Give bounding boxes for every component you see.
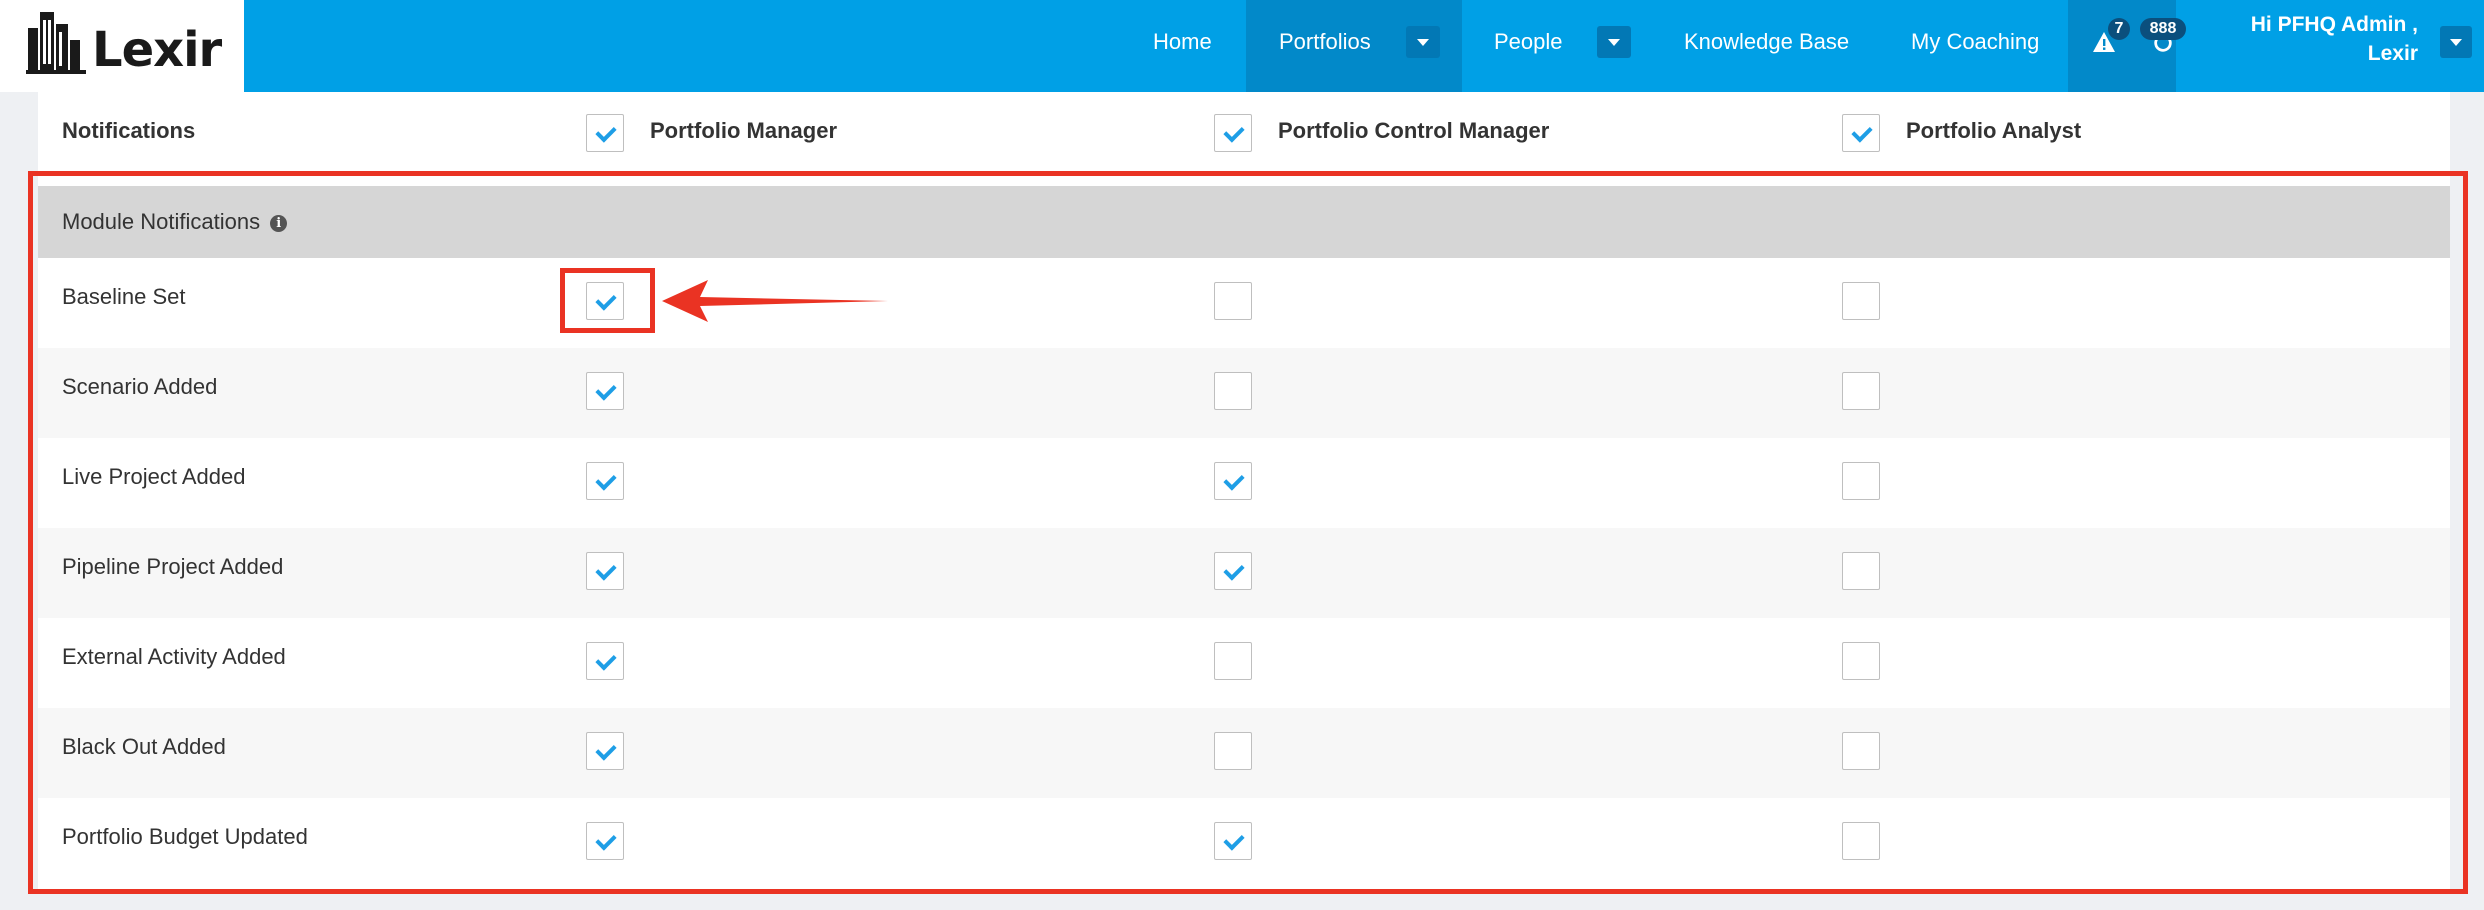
nav-my-coaching[interactable]: My Coaching [1911,0,2041,92]
portfolio-manager-checkbox[interactable] [586,642,624,680]
portfolio-analyst-checkbox[interactable] [1842,642,1880,680]
nav-people-label: People [1494,29,1563,54]
row-label: Scenario Added [62,374,218,399]
table-row: Live Project Added [38,438,2450,528]
portfolio-control-manager-checkbox[interactable] [1214,732,1252,770]
portfolio-control-manager-checkbox[interactable] [1214,552,1252,590]
row-label: Baseline Set [62,284,186,309]
portfolio-manager-checkbox[interactable] [586,552,624,590]
table-row: Scenario Added [38,348,2450,438]
row-label: Black Out Added [62,734,226,759]
top-navigation-bar: Lexir Home Portfolios People Knowledge B… [0,0,2484,92]
column-header-notifications: Notifications [62,118,196,143]
user-menu-dropdown-toggle[interactable] [2440,26,2472,58]
table-row: Pipeline Project Added [38,528,2450,618]
portfolio-control-manager-checkbox[interactable] [1214,462,1252,500]
nav-home[interactable]: Home [1153,0,1213,92]
portfolio-control-manager-checkbox[interactable] [1214,642,1252,680]
portfolio-manager-checkbox[interactable] [586,282,624,320]
row-label: Portfolio Budget Updated [62,824,308,849]
column-header-portfolio-control-manager: Portfolio Control Manager [1278,118,1550,143]
portfolio-manager-checkbox[interactable] [586,462,624,500]
module-notifications-section-header: Module Notifications i [38,186,2450,258]
notifications-table: Notifications Portfolio Manager Portfoli… [38,92,2450,892]
nav-portfolios-label: Portfolios [1279,29,1371,54]
greeting-org: Lexir [2367,42,2418,65]
portfolio-analyst-checkbox[interactable] [1842,822,1880,860]
portfolio-manager-checkbox[interactable] [586,372,624,410]
portfolio-analyst-checkbox[interactable] [1842,372,1880,410]
info-icon[interactable]: i [270,215,288,232]
building-logo-icon [26,12,86,74]
portfolio-control-manager-checkbox[interactable] [1214,372,1252,410]
portfolios-dropdown-toggle[interactable] [1406,26,1440,58]
alerts-count-badge: 7 [2108,18,2130,40]
portfolio-manager-checkbox[interactable] [586,732,624,770]
portfolio-manager-checkbox[interactable] [586,822,624,860]
select-all-portfolio-analyst-checkbox[interactable] [1842,114,1880,152]
portfolio-analyst-checkbox[interactable] [1842,732,1880,770]
portfolio-control-manager-checkbox[interactable] [1214,282,1252,320]
alerts-button[interactable]: 7 [2092,18,2130,58]
table-row: Baseline Set [38,258,2450,348]
portfolio-control-manager-checkbox[interactable] [1214,822,1252,860]
people-dropdown-toggle[interactable] [1597,26,1631,58]
row-label: Live Project Added [62,464,246,489]
nav-knowledge-base[interactable]: Knowledge Base [1684,0,1854,92]
table-header-row: Notifications Portfolio Manager Portfoli… [38,92,2450,172]
brand-name: Lexir [92,22,222,78]
red-arrow-annotation [662,280,888,322]
notification-icons-area: 7 888 [2068,0,2186,92]
portfolio-analyst-checkbox[interactable] [1842,462,1880,500]
brand-logo[interactable]: Lexir [0,0,244,92]
section-title: Module Notifications i [62,186,288,258]
select-all-portfolio-manager-checkbox[interactable] [586,114,624,152]
table-row: Black Out Added [38,708,2450,798]
messages-button[interactable]: 888 [2140,18,2186,58]
section-title-text: Module Notifications [62,209,261,234]
column-header-portfolio-manager: Portfolio Manager [650,118,838,143]
column-header-portfolio-analyst: Portfolio Analyst [1906,118,2082,143]
portfolio-analyst-checkbox[interactable] [1842,552,1880,590]
user-greeting[interactable]: Hi PFHQ Admin , Lexir [2251,10,2418,68]
table-row: Portfolio Budget Updated [38,798,2450,888]
greeting-name: Hi PFHQ Admin , [2250,13,2418,36]
row-label: Pipeline Project Added [62,554,284,579]
table-row: External Activity Added [38,618,2450,708]
row-label: External Activity Added [62,644,286,669]
messages-count-badge: 888 [2140,18,2186,40]
nav-portfolios[interactable]: Portfolios [1246,0,1462,92]
select-all-portfolio-control-manager-checkbox[interactable] [1214,114,1252,152]
portfolio-analyst-checkbox[interactable] [1842,282,1880,320]
